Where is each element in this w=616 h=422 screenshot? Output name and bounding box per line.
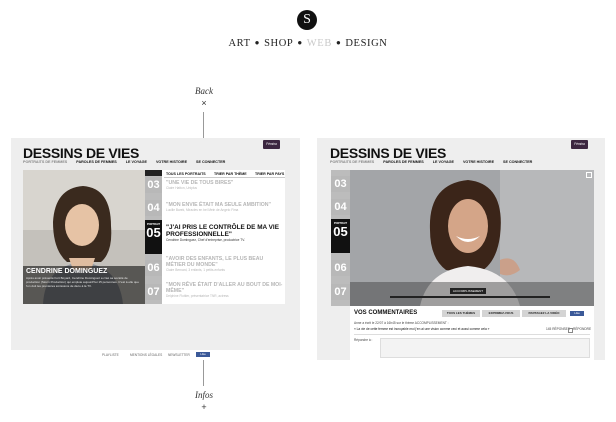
comment-meta: Anne a écrit le 22/07 à 16h45 sur le thè… [354, 321, 449, 325]
top-nav: ART ● SHOP ● WEB ● DESIGN [0, 38, 616, 49]
fullscreen-icon[interactable] [586, 172, 592, 178]
portrait-number[interactable]: 03 [331, 176, 350, 192]
caption-name: CENDRINE DOMINGUEZ [26, 268, 108, 275]
caption-text: Après avoir présenté Fort Boyard, Cendri… [26, 276, 139, 288]
portrait-number[interactable]: 07 [331, 284, 350, 300]
entry-subtitle: Cendrine Dominguez, Chef d'entreprise, p… [166, 238, 245, 242]
video-timeline[interactable] [390, 296, 550, 298]
content-box: CENDRINE DOMINGUEZ Après avoir présenté … [23, 170, 285, 304]
portrait-entry[interactable]: "MON RÊVE ÉTAIT D'ALLER AU BOUT DE MOI-M… [166, 282, 284, 299]
replies-count[interactable]: 145 RÉPONSES [546, 327, 570, 332]
nav-separator: ● [254, 38, 261, 47]
nav-shop[interactable]: SHOP [264, 38, 293, 49]
footer-link-playlist[interactable]: PLAYLISTE [102, 353, 119, 357]
nav-separator: ● [335, 38, 342, 47]
plus-icon[interactable]: + [198, 402, 210, 412]
back-label[interactable]: Back [192, 86, 216, 96]
divider [354, 334, 590, 335]
entry-title: "J'AI PRIS LE CONTRÔLE DE MA VIE PROFESS… [166, 224, 279, 238]
photo-caption: CENDRINE DOMINGUEZ Après avoir présenté … [23, 266, 145, 304]
brand-logo[interactable]: S [297, 10, 317, 30]
subnav-item[interactable]: VOTRE HISTOIRE [463, 160, 494, 164]
active-portrait-number: 05 [146, 225, 161, 240]
connector-line [203, 112, 204, 138]
comment-tab-express[interactable]: EXPRIMEZ-VOUS [482, 310, 520, 317]
entry-subtitle: Claire Bernard, 3 enfants, 1 petits-enfa… [166, 268, 226, 272]
comment-body: « La vie de cette femme est incroyable m… [354, 327, 490, 331]
portrait-number[interactable]: 03 [145, 177, 162, 193]
left-preview-panel: DESSINS DE VIES Fémina PORTRAITS DE FEMM… [11, 138, 300, 350]
infos-label[interactable]: Infos [191, 390, 217, 400]
subnav-item[interactable]: PAROLES DE FEMMES [76, 160, 117, 164]
subnav-item[interactable]: LE VOYAGE [433, 160, 454, 164]
comments-section: VOS COMMENTAIRES TOUS LES THÈMES EXPRIME… [350, 306, 594, 360]
comments-title: VOS COMMENTAIRES [354, 310, 418, 316]
reply-textarea[interactable] [380, 338, 590, 358]
subnav-item[interactable]: LE VOYAGE [126, 160, 147, 164]
portrait-entry[interactable]: "MON ENVIE ÉTAIT MA SEULE AMBITION" Luci… [166, 202, 284, 213]
video-controls [350, 282, 594, 306]
subnav-item[interactable]: SE CONNECTER [196, 160, 225, 164]
subnav: PORTRAITS DE FEMMES PAROLES DE FEMMES LE V… [330, 160, 541, 164]
active-portrait-number: 05 [333, 224, 348, 239]
femina-badge: Fémina [263, 140, 280, 149]
portrait-number[interactable]: 04 [145, 200, 162, 216]
nav-design[interactable]: DESIGN [345, 38, 387, 49]
comment-tab-share[interactable]: PARTAGEZ LA VIDÉO [522, 310, 566, 317]
footer-link-newsletter[interactable]: NEWSLETTER [168, 353, 190, 357]
nav-art[interactable]: ART [229, 38, 251, 49]
strip-top [145, 170, 162, 176]
entry-title: "MON RÊVE ÉTAIT D'ALLER AU BOUT DE MOI-M… [166, 282, 283, 294]
subnav-item[interactable]: SE CONNECTER [503, 160, 532, 164]
portrait-number[interactable]: 06 [331, 260, 350, 276]
video-theme-tag: ACCOMPLISSEMENT [450, 288, 486, 294]
right-preview-panel: DESSINS DE VIES Fémina PORTRAITS DE FEMM… [317, 138, 605, 360]
portrait-number-strip: 03 04 PORTRAIT 05 06 07 [145, 170, 162, 304]
close-icon[interactable]: × [198, 98, 210, 108]
active-portrait[interactable]: PORTRAIT 05 [145, 220, 162, 254]
entry-subtitle: Claire Hatton, Uniplus [166, 186, 198, 190]
facebook-like-button[interactable]: Like [196, 352, 210, 357]
facebook-like-button[interactable]: Like [570, 311, 584, 316]
comment-tab-themes[interactable]: TOUS LES THÈMES [442, 310, 480, 317]
nav-separator: ● [297, 38, 303, 47]
entry-title: "AVOIR DES ENFANTS, LE PLUS BEAU MÉTIER … [166, 256, 264, 268]
portrait-entry[interactable]: "AVOIR DES ENFANTS, LE PLUS BEAU MÉTIER … [166, 256, 284, 273]
portrait-entry[interactable]: "UNE VIE DE TOUS BIRES" Claire Hatton, U… [166, 180, 284, 191]
connector-line [203, 360, 204, 386]
portrait-number-strip: 03 04 PORTRAIT 05 06 07 [331, 170, 350, 306]
subnav-item[interactable]: VOTRE HISTOIRE [156, 160, 187, 164]
footer-link-legal[interactable]: MENTIONS LÉGALES [130, 353, 162, 357]
portrait-photo[interactable]: CENDRINE DOMINGUEZ Après avoir présenté … [23, 170, 145, 304]
subnav-item[interactable]: PAROLES DE FEMMES [383, 160, 424, 164]
divider [164, 177, 285, 178]
reply-label: Répondre à : [354, 338, 373, 342]
entry-subtitle: Lucille Barek, Miracles en bel Mein de A… [166, 208, 239, 212]
portrait-number[interactable]: 04 [331, 199, 350, 215]
femina-badge: Fémina [571, 140, 588, 149]
portrait-number[interactable]: 07 [145, 284, 162, 300]
site-title: DESSINS DE VIES [330, 145, 447, 161]
nav-web[interactable]: WEB [307, 38, 332, 49]
reply-link[interactable]: RÉPONDRE [573, 327, 591, 332]
site-title: DESSINS DE VIES [23, 145, 140, 161]
portrait-entry-active[interactable]: "J'AI PRIS LE CONTRÔLE DE MA VIE PROFESS… [166, 224, 282, 243]
subnav-item[interactable]: PORTRAITS DE FEMMES [330, 160, 374, 164]
video-player[interactable]: ACCOMPLISSEMENT [350, 170, 594, 306]
subnav-item[interactable]: PORTRAITS DE FEMMES [23, 160, 67, 164]
active-portrait[interactable]: PORTRAIT 05 [331, 219, 350, 253]
subnav: PORTRAITS DE FEMMES PAROLES DE FEMMES LE V… [23, 160, 234, 164]
portrait-number[interactable]: 06 [145, 260, 162, 276]
entry-subtitle: Delphine Flottier, présentatrice TNR, ac… [166, 294, 229, 298]
